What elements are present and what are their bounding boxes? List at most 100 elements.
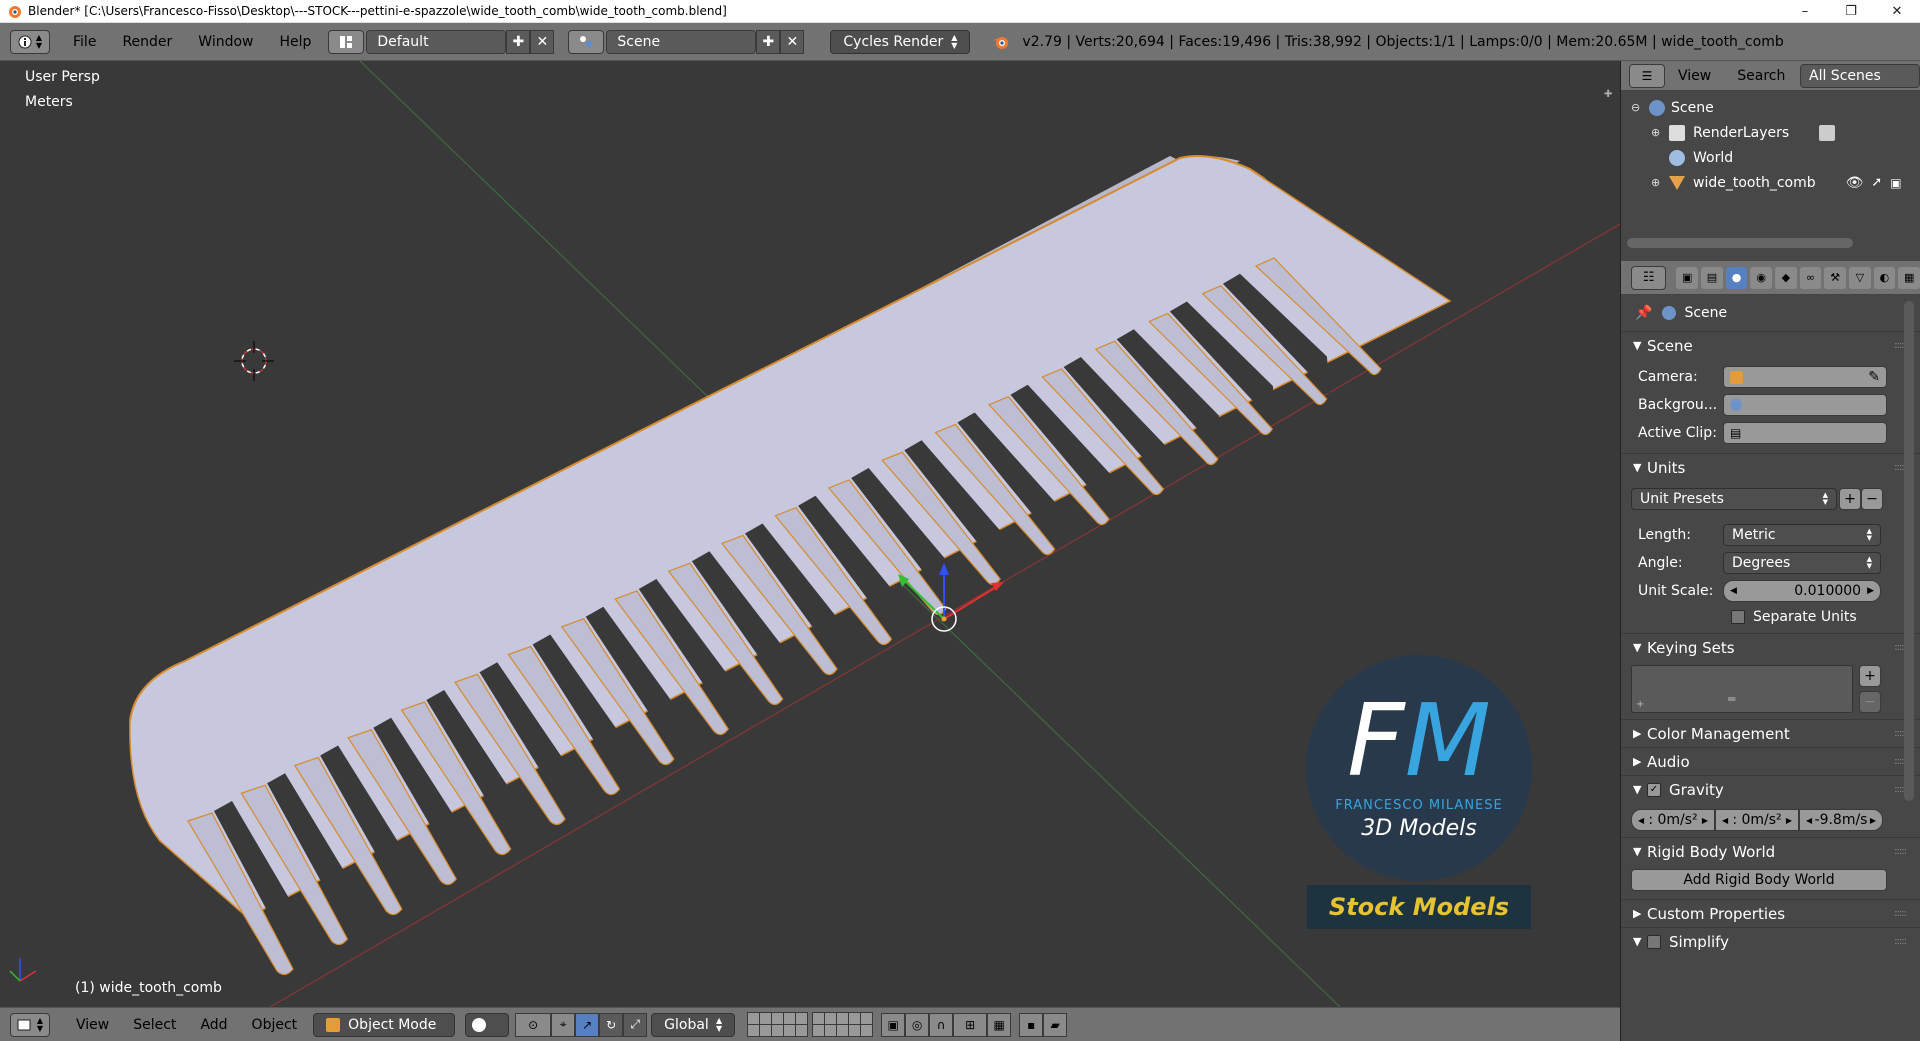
angle-select[interactable]: Degrees ▲ ▼ [1723,552,1881,574]
mode-select[interactable]: Object Mode [313,1012,456,1037]
comb-mesh[interactable] [129,155,1452,976]
tab-data[interactable]: ▽ [1849,266,1871,289]
layers-group-2[interactable] [812,1012,874,1037]
length-select[interactable]: Metric ▲ ▼ [1723,524,1881,546]
maximize-button[interactable]: ❐ [1828,0,1874,23]
unit-scale-field[interactable]: ◀ 0.010000 ▶ [1723,580,1881,602]
panel-keying-sets-header[interactable]: ▼ Keying Sets ::::: [1621,633,1920,661]
remove-keying-set-button[interactable]: − [1859,691,1881,713]
tab-modifiers[interactable]: ⚒ [1824,266,1846,289]
menu-object[interactable]: Object [240,1017,310,1033]
outliner-editor[interactable]: ☰ View Search All Scenes ⊖ Scene ⊕ Rende… [1620,61,1920,261]
increment-arrow-icon[interactable]: ▶ [1867,586,1874,596]
tab-world[interactable]: ◉ [1750,266,1773,289]
layers-group-1[interactable] [747,1012,809,1037]
simplify-checkbox[interactable] [1647,934,1661,949]
close-window-button[interactable]: ✕ [1874,0,1920,23]
properties-vertical-scrollbar[interactable] [1904,301,1914,801]
shading-select[interactable] [465,1012,510,1037]
properties-editor-type-button[interactable]: ☷ [1631,265,1667,290]
panel-units-header[interactable]: ▼ Units ::::: [1621,453,1920,481]
screen-layout-field[interactable]: Default [366,29,507,54]
transform-orientation-select[interactable]: Global ▲ ▼ [651,1012,736,1037]
opengl-animation-button[interactable]: ▰ [1043,1012,1068,1037]
layer-buttons[interactable] [747,1012,874,1037]
drag-handle-icon[interactable]: ::::: [1894,936,1907,947]
tab-object[interactable]: ◆ [1775,266,1797,289]
scene-field[interactable]: Scene [606,29,757,54]
panel-audio-header[interactable]: ▶ Audio ::::: [1621,747,1920,775]
opengl-render-button[interactable]: ▪ [1019,1012,1044,1037]
scale-manipulator-button[interactable]: ⤢ [623,1012,648,1037]
increment-arrow-icon[interactable]: ▶ [1786,816,1792,825]
menu-view[interactable]: View [64,1017,121,1033]
outliner-row-scene[interactable]: ⊖ Scene [1621,95,1920,120]
menu-render[interactable]: Render [109,34,185,50]
decrement-arrow-icon[interactable]: ◀ [1722,816,1728,825]
render-engine-select[interactable]: Cycles Render ▲ ▼ [830,29,971,54]
panel-custom-properties-header[interactable]: ▶ Custom Properties ::::: [1621,899,1920,927]
3d-viewport[interactable]: ✚ User Persp Meters (1) wide_tooth_comb … [0,61,1620,1007]
outliner-row-object[interactable]: ⊕ wide_tooth_comb 👁 ➚ ▣ [1621,170,1920,195]
add-screen-button[interactable]: ✚ [506,29,531,54]
select-arrow-icon[interactable]: ➚ [1871,175,1882,190]
panel-simplify-header[interactable]: ▼ Simplify ::::: [1621,927,1920,955]
increment-arrow-icon[interactable]: ▶ [1702,816,1708,825]
list-grip-icon[interactable]: ═ [1728,692,1735,706]
gravity-x-field[interactable]: ◀ : 0m/s² ▶ [1631,809,1715,831]
outliner-display-mode-select[interactable]: All Scenes [1800,63,1920,88]
camera-field[interactable]: ✎ [1723,366,1887,388]
editor-type-button[interactable]: ▲ ▼ [10,29,50,54]
snap-toggle-button[interactable]: ∩ [929,1012,954,1037]
list-filter-icon[interactable]: + [1636,699,1644,710]
menu-select[interactable]: Select [121,1017,188,1033]
outliner-menu-search[interactable]: Search [1724,68,1798,84]
properties-editor[interactable]: ☷ ▣ ▤ ● ◉ ◆ ∞ ⚒ ▽ ◐ ▦ 📌 Scene ▼ Scene ::… [1620,261,1920,1041]
drag-handle-icon[interactable]: ::::: [1894,846,1907,857]
decrement-arrow-icon[interactable]: ◀ [1730,586,1737,596]
manipulator-toggle[interactable]: ⌖ [551,1012,576,1037]
menu-help[interactable]: Help [266,34,324,50]
tab-material[interactable]: ◐ [1873,266,1896,289]
pin-icon[interactable]: 📌 [1635,305,1652,321]
snap-target-button[interactable]: ▦ [987,1012,1012,1037]
active-clip-field[interactable]: ▤ [1723,422,1887,444]
separate-units-row[interactable]: Separate Units [1621,605,1920,629]
tab-scene[interactable]: ● [1725,266,1748,289]
add-rigid-body-world-button[interactable]: Add Rigid Body World [1631,869,1887,891]
visibility-eye-icon[interactable]: 👁 [1846,175,1864,191]
outliner-row-renderlayers[interactable]: ⊕ RenderLayers [1621,120,1920,145]
add-scene-button[interactable]: ✚ [756,29,781,54]
editor-type-3dview-button[interactable]: ▲ ▼ [10,1012,50,1037]
add-preset-button[interactable]: + [1839,488,1861,510]
panel-scene-header[interactable]: ▼ Scene ::::: [1621,331,1920,359]
tab-render-layers[interactable]: ▤ [1701,266,1723,289]
gravity-checkbox[interactable]: ✓ [1647,782,1661,797]
delete-scene-button[interactable]: ✕ [780,29,805,54]
separate-units-checkbox[interactable] [1731,610,1745,624]
panel-color-management-header[interactable]: ▶ Color Management ::::: [1621,719,1920,747]
outliner-editor-type-button[interactable]: ☰ [1629,63,1665,88]
decrement-arrow-icon[interactable]: ◀ [1806,816,1812,825]
proportional-edit-button[interactable]: ◎ [905,1012,930,1037]
lock-layers-button[interactable]: ▣ [881,1012,906,1037]
keying-sets-list[interactable]: ═ + [1631,665,1853,713]
tab-constraints[interactable]: ∞ [1799,266,1822,289]
increment-arrow-icon[interactable]: ▶ [1870,816,1876,825]
outliner-row-world[interactable]: World [1621,145,1920,170]
gravity-z-field[interactable]: ◀ -9.8m/s ▶ [1799,809,1883,831]
decrement-arrow-icon[interactable]: ◀ [1638,816,1644,825]
gravity-y-field[interactable]: ◀ : 0m/s² ▶ [1715,809,1799,831]
add-keying-set-button[interactable]: + [1859,665,1881,687]
screen-layout-type-button[interactable] [328,29,365,54]
render-camera-icon[interactable]: ▣ [1890,176,1901,190]
menu-file[interactable]: File [60,34,109,50]
unit-presets-select[interactable]: Unit Presets ▲ ▼ [1631,488,1837,510]
3d-cursor[interactable] [234,341,274,381]
panel-rigid-body-header[interactable]: ▼ Rigid Body World ::::: [1621,837,1920,865]
eyedropper-icon[interactable]: ✎ [1868,369,1880,385]
remove-preset-button[interactable]: − [1861,488,1883,510]
snap-element-select[interactable]: ⊞ [953,1012,988,1037]
translate-manipulator-button[interactable]: ↗ [575,1012,600,1037]
delete-screen-button[interactable]: ✕ [530,29,555,54]
